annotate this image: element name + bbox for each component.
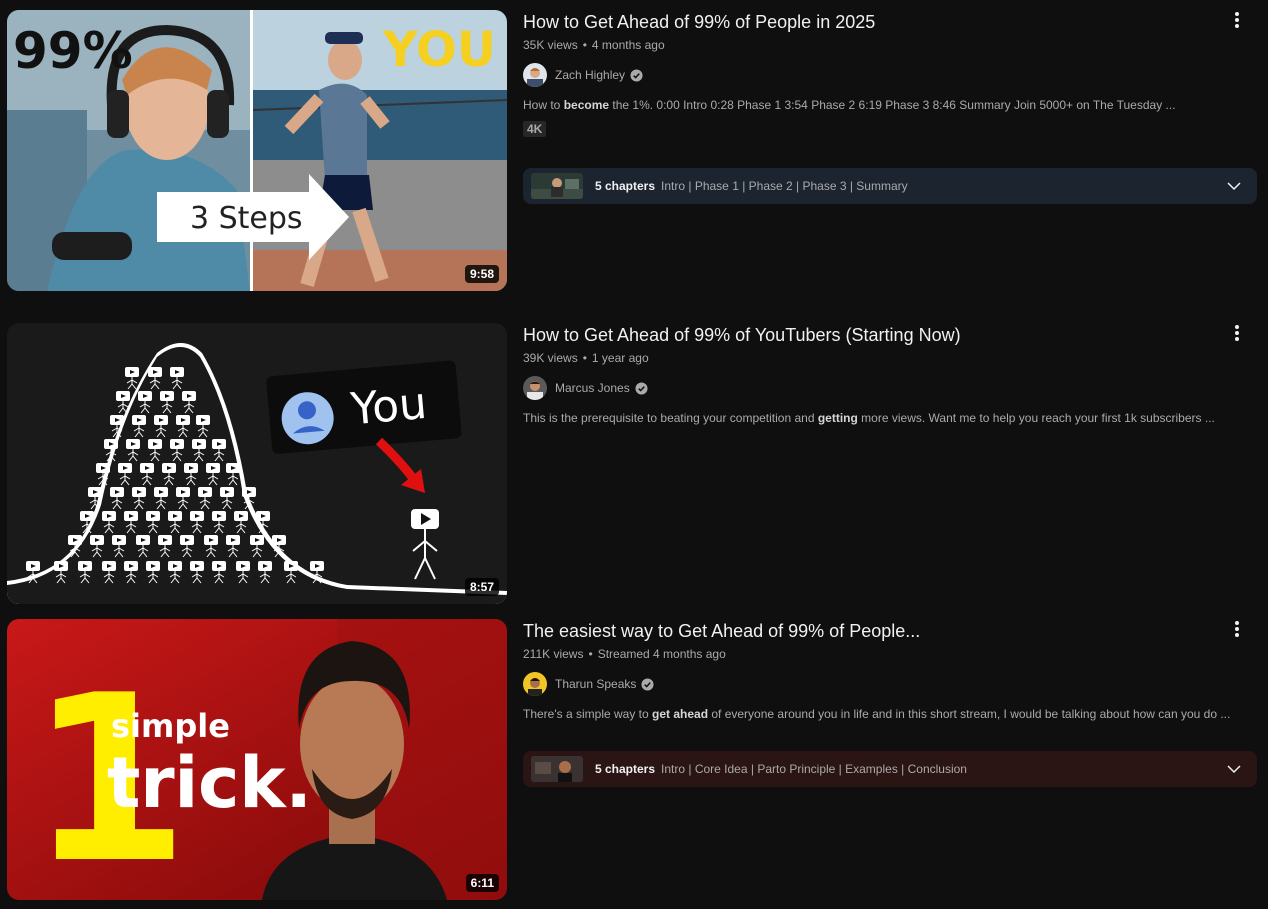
video-description: How to become the 1%. 0:00 Intro 0:28 Ph…	[523, 97, 1223, 113]
chapter-thumbnail	[531, 173, 583, 199]
channel-row: Zach Highley	[523, 63, 1223, 87]
thumb-simple-text: simple	[111, 707, 230, 745]
view-count: 39K views	[523, 351, 578, 365]
description-text: This is the prerequisite to beating your…	[523, 411, 818, 425]
video-info: The easiest way to Get Ahead of 99% of P…	[523, 618, 1230, 722]
channel-avatar[interactable]	[523, 376, 547, 400]
description-highlight: getting	[817, 411, 858, 425]
channel-row: Marcus Jones	[523, 376, 1223, 400]
video-thumbnail[interactable]: 99% YOU 3 Steps 9:58	[7, 10, 507, 291]
channel-name[interactable]: Marcus Jones	[555, 381, 630, 395]
chapter-list: Intro | Phase 1 | Phase 2 | Phase 3 | Su…	[661, 179, 908, 193]
upload-age: 4 months ago	[591, 38, 665, 52]
chapter-list: Intro | Core Idea | Parto Principle | Ex…	[661, 762, 967, 776]
video-meta: 35K views • 4 months ago	[523, 37, 1223, 53]
description-text: How to	[523, 98, 564, 112]
thumbnail-image: 1 simple trick.	[7, 619, 507, 900]
channel-name[interactable]: Tharun Speaks	[555, 677, 636, 691]
video-description: This is the prerequisite to beating your…	[523, 410, 1223, 426]
chapter-thumbnail	[531, 756, 583, 782]
video-description: There's a simple way to get ahead of eve…	[523, 706, 1230, 722]
description-text: of everyone around you in life and in th…	[708, 707, 1231, 721]
view-count: 35K views	[523, 38, 578, 52]
thumb-you-text: YOU	[382, 22, 496, 78]
thumbnail-image: 99% YOU 3 Steps	[7, 10, 507, 291]
more-options-icon[interactable]	[1226, 10, 1248, 32]
video-duration: 6:11	[465, 874, 499, 892]
verified-badge-icon	[630, 68, 643, 82]
video-info: How to Get Ahead of 99% of YouTubers (St…	[523, 323, 1223, 426]
meta-separator: •	[582, 38, 587, 52]
chapter-count: 5 chapters	[595, 762, 656, 776]
video-info: How to Get Ahead of 99% of People in 202…	[523, 10, 1223, 138]
video-title[interactable]: How to Get Ahead of 99% of YouTubers (St…	[523, 322, 1223, 348]
description-text: There's a simple way to	[523, 707, 653, 721]
video-thumbnail[interactable]: 1 simple trick. 6:11	[7, 619, 507, 900]
video-title[interactable]: How to Get Ahead of 99% of People in 202…	[523, 9, 1223, 35]
thumbnail-image: You	[7, 323, 507, 604]
more-options-icon[interactable]	[1226, 619, 1248, 641]
upload-age: 1 year ago	[591, 351, 649, 365]
upload-age: Streamed 4 months ago	[597, 647, 726, 661]
chevron-down-icon[interactable]	[1227, 762, 1241, 776]
meta-separator: •	[588, 647, 593, 661]
thumb-you-text: You	[348, 378, 429, 436]
view-count: 211K views	[523, 647, 584, 661]
chapter-count: 5 chapters	[595, 179, 656, 193]
channel-avatar[interactable]	[523, 63, 547, 87]
chapters-panel[interactable]: 5 chapters Intro | Core Idea | Parto Pri…	[523, 751, 1257, 787]
video-title[interactable]: The easiest way to Get Ahead of 99% of P…	[523, 618, 1223, 644]
video-duration: 8:57	[464, 578, 499, 596]
video-meta: 211K views • Streamed 4 months ago	[523, 646, 1223, 662]
video-meta: 39K views • 1 year ago	[523, 350, 1223, 366]
channel-row: Tharun Speaks	[523, 672, 1223, 696]
channel-name[interactable]: Zach Highley	[555, 68, 625, 82]
video-duration: 9:58	[464, 265, 499, 283]
meta-separator: •	[582, 351, 587, 365]
verified-badge-icon	[635, 381, 648, 395]
more-options-icon[interactable]	[1226, 323, 1248, 345]
description-highlight: become	[563, 98, 610, 112]
channel-avatar[interactable]	[523, 672, 547, 696]
quality-badge: 4K	[523, 121, 547, 137]
description-text: more views. Want me to help you reach yo…	[857, 411, 1215, 425]
thumb-99-text: 99%	[13, 22, 133, 80]
video-thumbnail[interactable]: You 8:57	[7, 323, 507, 604]
thumb-trick-text: trick.	[107, 742, 312, 824]
verified-badge-icon	[641, 677, 654, 691]
chevron-down-icon[interactable]	[1227, 179, 1241, 193]
description-text: the 1%. 0:00 Intro 0:28 Phase 1 3:54 Pha…	[609, 98, 1176, 112]
description-highlight: get ahead	[652, 707, 709, 721]
thumb-steps-text: 3 Steps	[190, 201, 303, 236]
chapters-panel[interactable]: 5 chapters Intro | Phase 1 | Phase 2 | P…	[523, 168, 1257, 204]
